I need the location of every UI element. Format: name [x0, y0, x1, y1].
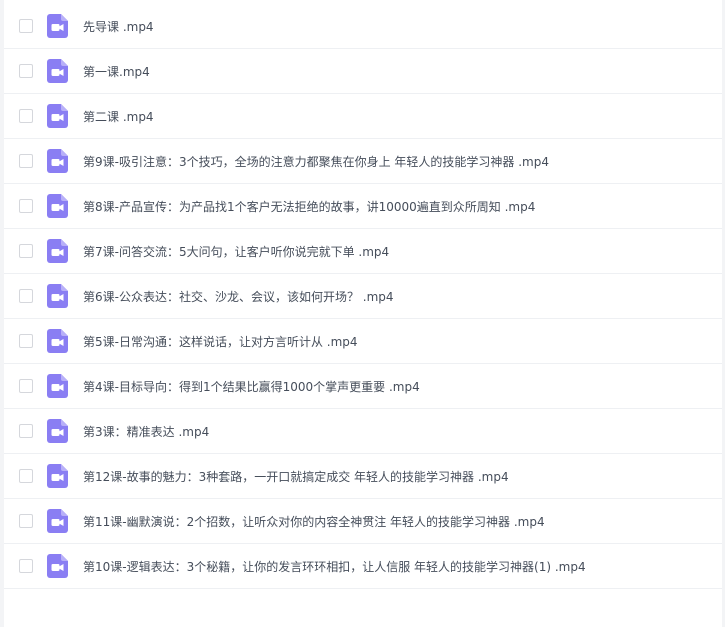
file-row[interactable]: 第11课-幽默演说：2个招数，让听众对你的内容全神贯注 年轻人的技能学习神器 .…	[4, 499, 722, 544]
file-row[interactable]: 第二课 .mp4	[4, 94, 722, 139]
file-row[interactable]: 第7课-问答交流：5大问句，让客户听你说完就下单 .mp4	[4, 229, 722, 274]
file-name[interactable]: 第4课-目标导向：得到1个结果比赢得1000个掌声更重要 .mp4	[83, 378, 420, 395]
file-row[interactable]: 第12课-故事的魅力：3种套路，一开口就搞定成交 年轻人的技能学习神器 .mp4	[4, 454, 722, 499]
video-file-icon	[47, 509, 68, 533]
row-checkbox[interactable]	[19, 514, 33, 528]
row-checkbox[interactable]	[19, 379, 33, 393]
file-name[interactable]: 第二课 .mp4	[83, 108, 154, 125]
file-row[interactable]: 先导课 .mp4	[4, 4, 722, 49]
row-checkbox[interactable]	[19, 64, 33, 78]
file-name[interactable]: 第9课-吸引注意：3个技巧，全场的注意力都聚焦在你身上 年轻人的技能学习神器 .…	[83, 153, 549, 170]
row-checkbox[interactable]	[19, 109, 33, 123]
video-file-icon	[47, 464, 68, 488]
file-row[interactable]: 第9课-吸引注意：3个技巧，全场的注意力都聚焦在你身上 年轻人的技能学习神器 .…	[4, 139, 722, 184]
file-name[interactable]: 第5课-日常沟通：这样说话，让对方言听计从 .mp4	[83, 333, 358, 350]
row-checkbox[interactable]	[19, 559, 33, 573]
file-row[interactable]: 第3课：精准表达 .mp4	[4, 409, 722, 454]
row-checkbox[interactable]	[19, 154, 33, 168]
file-name[interactable]: 第一课.mp4	[83, 63, 150, 80]
row-checkbox[interactable]	[19, 469, 33, 483]
video-file-icon	[47, 14, 68, 38]
video-file-icon	[47, 554, 68, 578]
row-checkbox[interactable]	[19, 19, 33, 33]
row-checkbox[interactable]	[19, 199, 33, 213]
video-file-icon	[47, 374, 68, 398]
file-name[interactable]: 第8课-产品宣传：为产品找1个客户无法拒绝的故事，讲10000遍直到众所周知 .…	[83, 198, 535, 215]
file-name[interactable]: 第10课-逻辑表达：3个秘籍，让你的发言环环相扣，让人信服 年轻人的技能学习神器…	[83, 558, 586, 575]
file-name[interactable]: 第3课：精准表达 .mp4	[83, 423, 209, 440]
file-row[interactable]: 第一课.mp4	[4, 49, 722, 94]
row-checkbox[interactable]	[19, 334, 33, 348]
row-checkbox[interactable]	[19, 289, 33, 303]
file-list: 先导课 .mp4 第一课.mp4 第二课 .mp4 第9课-吸引注意：3个技巧，…	[4, 4, 722, 589]
file-name[interactable]: 先导课 .mp4	[83, 18, 154, 35]
row-checkbox[interactable]	[19, 244, 33, 258]
video-file-icon	[47, 194, 68, 218]
file-row[interactable]: 第8课-产品宣传：为产品找1个客户无法拒绝的故事，讲10000遍直到众所周知 .…	[4, 184, 722, 229]
video-file-icon	[47, 329, 68, 353]
file-name[interactable]: 第12课-故事的魅力：3种套路，一开口就搞定成交 年轻人的技能学习神器 .mp4	[83, 468, 509, 485]
file-name[interactable]: 第11课-幽默演说：2个招数，让听众对你的内容全神贯注 年轻人的技能学习神器 .…	[83, 513, 545, 530]
video-file-icon	[47, 284, 68, 308]
video-file-icon	[47, 419, 68, 443]
video-file-icon	[47, 104, 68, 128]
file-name[interactable]: 第6课-公众表达：社交、沙龙、会议，该如何开场？ .mp4	[83, 288, 394, 305]
file-row[interactable]: 第5课-日常沟通：这样说话，让对方言听计从 .mp4	[4, 319, 722, 364]
file-row[interactable]: 第10课-逻辑表达：3个秘籍，让你的发言环环相扣，让人信服 年轻人的技能学习神器…	[4, 544, 722, 589]
file-row[interactable]: 第4课-目标导向：得到1个结果比赢得1000个掌声更重要 .mp4	[4, 364, 722, 409]
row-checkbox[interactable]	[19, 424, 33, 438]
file-name[interactable]: 第7课-问答交流：5大问句，让客户听你说完就下单 .mp4	[83, 243, 389, 260]
video-file-icon	[47, 149, 68, 173]
video-file-icon	[47, 59, 68, 83]
video-file-icon	[47, 239, 68, 263]
file-row[interactable]: 第6课-公众表达：社交、沙龙、会议，该如何开场？ .mp4	[4, 274, 722, 319]
